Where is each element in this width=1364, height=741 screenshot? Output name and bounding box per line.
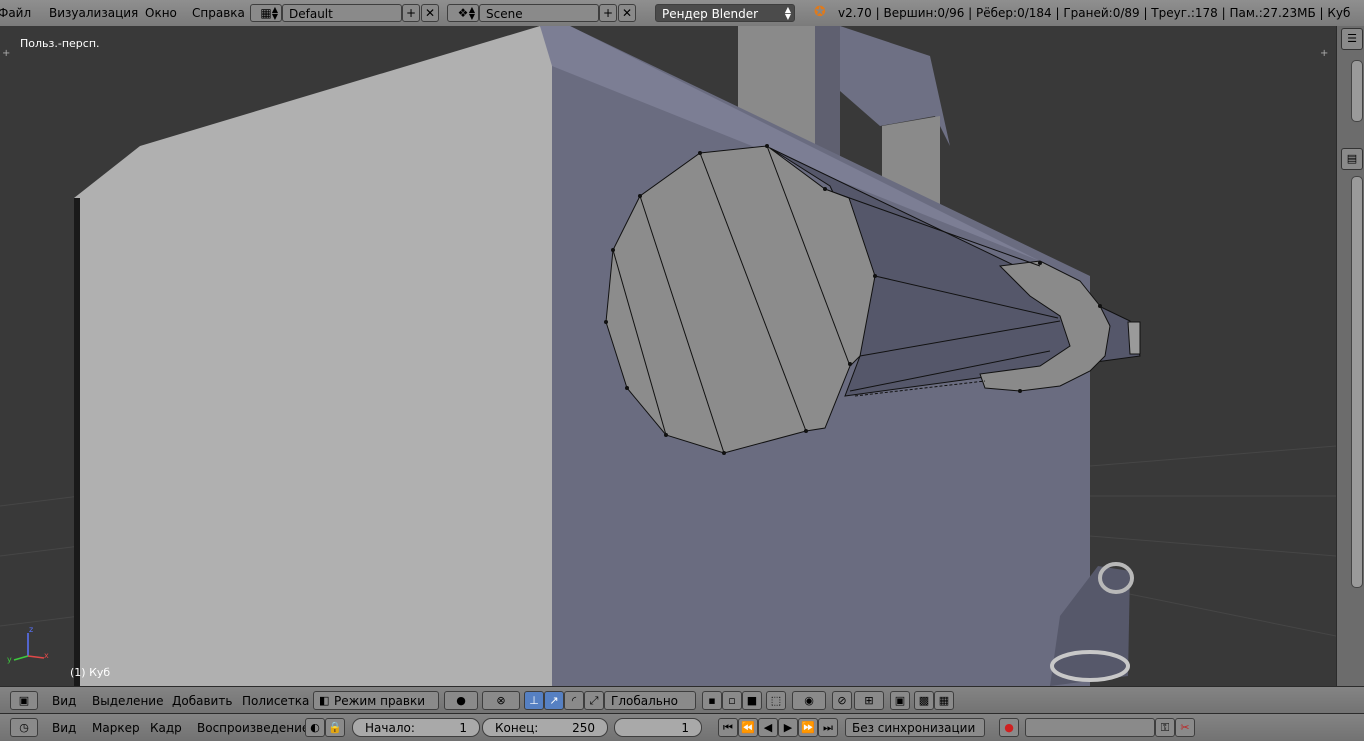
svg-text:y: y (7, 655, 12, 664)
right-editor-strip[interactable]: ☰ ▤ (1336, 26, 1364, 686)
info-header: Файл Визуализация Окно Справка ▦ ▲ ▼ Defau… (0, 0, 1364, 27)
menu-render[interactable]: Визуализация (49, 6, 138, 20)
mode-select[interactable]: ◧ Режим правки (313, 691, 439, 710)
properties-icon[interactable]: ▤ (1341, 148, 1363, 170)
outliner-icon[interactable]: ☰ (1341, 28, 1363, 50)
jump-keyframe-back-icon[interactable]: ⏪ (738, 718, 758, 737)
insert-keyframe-icon[interactable]: ⚿ (1155, 718, 1175, 737)
viewport-scene: z x y + + (0, 26, 1336, 686)
play-icon[interactable]: ▶ (778, 718, 798, 737)
play-reverse-icon[interactable]: ◀ (758, 718, 778, 737)
layout-select[interactable]: Default (282, 4, 402, 22)
translate-manipulator[interactable]: ↗ (544, 691, 564, 710)
add-layout-icon[interactable]: + (402, 4, 420, 22)
vertex-select-icon[interactable]: ▪ (702, 691, 722, 710)
edge-select-icon[interactable]: ▫ (722, 691, 742, 710)
svg-text:+: + (1320, 48, 1328, 59)
jump-end-icon[interactable]: ⏭ (818, 718, 838, 737)
record-icon[interactable]: ● (999, 718, 1019, 737)
occlude-geometry-icon[interactable]: ⬚ (766, 691, 786, 710)
timeline-menu-frame[interactable]: Кадр (150, 721, 182, 735)
timeline-menu-marker[interactable]: Маркер (92, 721, 140, 735)
snap-element-select[interactable]: ⊞ (854, 691, 884, 710)
menu-view[interactable]: Вид (52, 694, 76, 708)
pivot-select[interactable]: ⊗ (482, 691, 520, 710)
3d-viewport[interactable]: z x y + + Польз.-персп. (1) Куб (0, 26, 1336, 686)
svg-text:z: z (29, 625, 33, 634)
lock-range-icon[interactable]: 🔒 (325, 718, 345, 737)
timeline-header: ◷ Вид Маркер Кадр Воспроизведение ◐ 🔒 На… (0, 713, 1364, 741)
delete-keyframe-icon[interactable]: ✂ (1175, 718, 1195, 737)
add-scene-icon[interactable]: + (599, 4, 617, 22)
jump-start-icon[interactable]: ⏮ (718, 718, 738, 737)
manipulator-toggle[interactable]: ⊥ (524, 691, 544, 710)
layout-type-icon[interactable]: ▦ ▲ ▼ (250, 4, 282, 22)
timeline-menu-playback[interactable]: Воспроизведение (197, 721, 309, 735)
svg-text:+: + (2, 48, 10, 59)
scene-stats: v2.70 | Вершин:0/96 | Рёбер:0/184 | Гран… (838, 6, 1351, 20)
svg-text:x: x (44, 651, 49, 660)
menu-help[interactable]: Справка (192, 6, 245, 20)
axis-gizmo (13, 633, 45, 661)
cube-left-face (74, 26, 552, 686)
3d-view-header: ▣ Вид Выделение Добавить Полисетка ◧ Режи… (0, 686, 1364, 714)
timeline-editor-icon[interactable]: ◷ (10, 718, 38, 737)
scene-select[interactable]: Scene (479, 4, 599, 22)
face-select-icon[interactable]: ■ (742, 691, 762, 710)
scale-manipulator[interactable]: ⤢ (584, 691, 604, 710)
view-name-label: Польз.-персп. (20, 37, 100, 50)
menu-select[interactable]: Выделение (92, 694, 163, 708)
properties-scrollbar[interactable] (1351, 176, 1363, 588)
edit-mode-icon: ◧ (319, 694, 330, 707)
sync-select[interactable]: Без синхронизации (845, 718, 985, 737)
remove-layout-icon[interactable]: ✕ (421, 4, 439, 22)
menu-file[interactable]: Файл (0, 6, 31, 20)
timeline-menu-view[interactable]: Вид (52, 721, 76, 735)
render-opengl-icon[interactable]: ▣ (890, 691, 910, 710)
blender-logo-icon: ✪ (814, 4, 826, 20)
current-frame-field[interactable]: 1 (614, 718, 702, 737)
orientation-select[interactable]: Глобально (604, 691, 696, 710)
proportional-edit-select[interactable]: ◉ (792, 691, 826, 710)
scene-type-icon[interactable]: ❖ ▲ ▼ (447, 4, 479, 22)
menu-mesh[interactable]: Полисетка (242, 694, 309, 708)
remove-scene-icon[interactable]: ✕ (618, 4, 636, 22)
menu-add[interactable]: Добавить (172, 694, 232, 708)
editor-type-icon[interactable]: ▣ (10, 691, 38, 710)
render-engine-select[interactable]: Рендер Blender ▲ ▼ (655, 4, 795, 22)
jump-keyframe-forward-icon[interactable]: ⏩ (798, 718, 818, 737)
menu-window[interactable]: Окно (145, 6, 177, 20)
snap-toggle-icon[interactable]: ⊘ (832, 691, 852, 710)
preview-range-icon[interactable]: ◐ (305, 718, 325, 737)
shading-select[interactable]: ● (444, 691, 478, 710)
start-frame-field[interactable]: Начало: 1 (352, 718, 480, 737)
outliner-scrollbar[interactable] (1351, 60, 1363, 122)
keying-set-field[interactable] (1025, 718, 1155, 737)
rotate-manipulator[interactable]: ◜ (564, 691, 584, 710)
render-animation-icon[interactable]: ▦ (934, 691, 954, 710)
render-image-icon[interactable]: ▩ (914, 691, 934, 710)
active-object-label: (1) Куб (70, 666, 111, 679)
end-frame-field[interactable]: Конец: 250 (482, 718, 608, 737)
